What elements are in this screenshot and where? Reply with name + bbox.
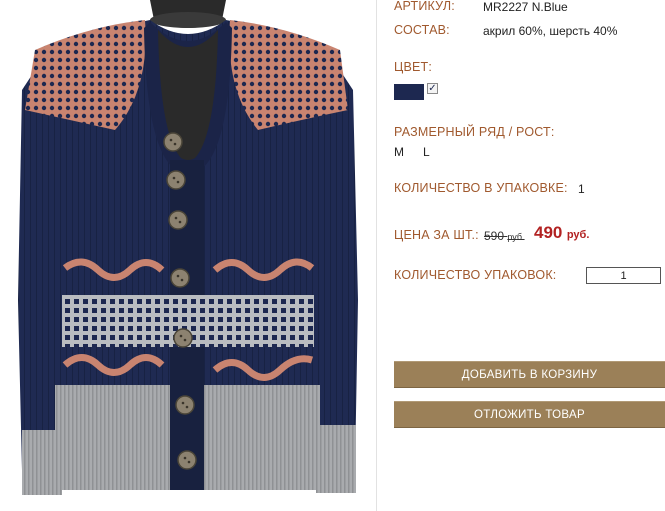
size-label: РАЗМЕРНЫЙ РЯД / РОСТ: [394, 125, 555, 139]
size-option-l[interactable]: L [423, 145, 430, 159]
product-photo-panel [0, 0, 377, 511]
composition-value: акрил 60%, шерсть 40% [483, 24, 618, 38]
pack-quantity-value: 1 [578, 182, 585, 196]
color-swatch-navy[interactable] [394, 84, 424, 100]
price-label: ЦЕНА ЗА ШТ.: [394, 228, 479, 242]
save-item-button[interactable]: ОТЛОЖИТЬ ТОВАР [394, 401, 665, 428]
pack-quantity-label: КОЛИЧЕСТВО В УПАКОВКЕ: [394, 181, 568, 195]
color-checkbox[interactable]: ✓ [427, 83, 438, 94]
article-label: АРТИКУЛ: [394, 0, 455, 13]
composition-label: СОСТАВ: [394, 23, 450, 37]
old-price: 590 руб. [484, 229, 525, 243]
add-to-cart-button[interactable]: ДОБАВИТЬ В КОРЗИНУ [394, 361, 665, 388]
product-photo[interactable] [0, 0, 377, 511]
product-info: АРТИКУЛ: MR2227 N.Blue СОСТАВ: акрил 60%… [394, 0, 665, 511]
color-label: ЦВЕТ: [394, 60, 433, 74]
article-value: MR2227 N.Blue [483, 0, 568, 14]
packs-quantity-input[interactable] [586, 267, 661, 284]
size-option-m[interactable]: M [394, 145, 404, 159]
new-price: 490 руб. [534, 223, 590, 242]
packs-quantity-label: КОЛИЧЕСТВО УПАКОВОК: [394, 268, 557, 282]
